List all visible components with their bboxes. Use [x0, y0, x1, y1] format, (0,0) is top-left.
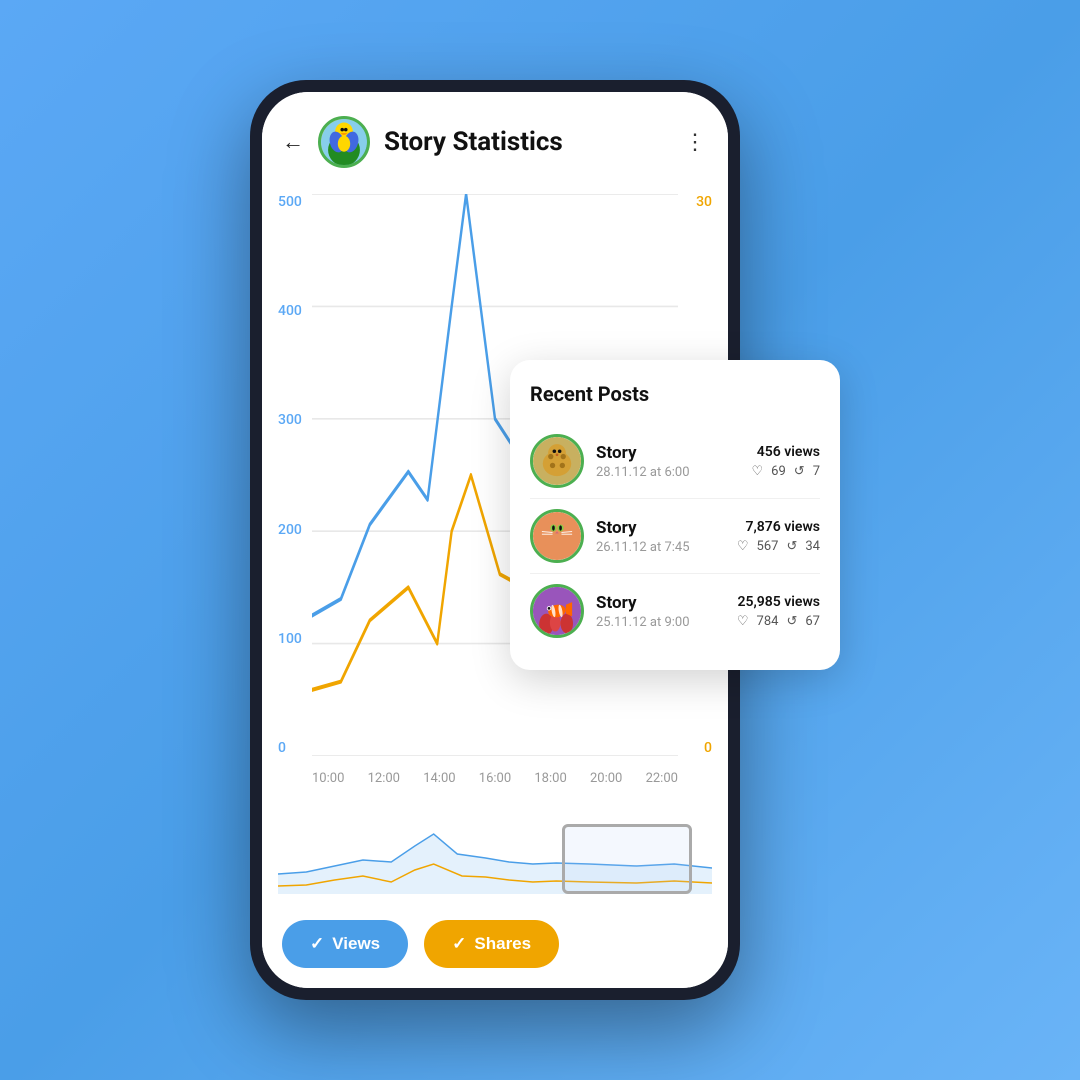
post-likes-shares-1: ♡ 69 ↺ 7: [752, 464, 821, 479]
x-label-1200: 12:00: [368, 771, 400, 786]
post-item-2[interactable]: Story 26.11.12 at 7:45 7,876 views ♡ 567…: [530, 499, 820, 574]
post-likes-shares-2: ♡ 567 ↺ 34: [737, 539, 820, 554]
back-button[interactable]: ←: [282, 129, 304, 155]
y-label-500: 500: [278, 194, 302, 210]
views-check: ✓: [310, 934, 324, 954]
likes-count-1: 69: [771, 464, 786, 479]
shares-count-3: 67: [805, 614, 820, 629]
x-label-1400: 14:00: [423, 771, 455, 786]
x-label-1000: 10:00: [312, 771, 344, 786]
avatar: [318, 116, 370, 168]
shares-label: Shares: [474, 934, 531, 954]
heart-icon-1: ♡: [752, 464, 764, 479]
shares-count-1: 7: [813, 464, 820, 479]
post-item-3[interactable]: Story 25.11.12 at 9:00 25,985 views ♡ 78…: [530, 574, 820, 648]
post-views-3: 25,985 views: [737, 594, 820, 610]
post-stats-1: 456 views ♡ 69 ↺ 7: [752, 444, 821, 479]
post-date-3: 25.11.12 at 9:00: [596, 615, 725, 630]
header: ←: [262, 92, 728, 184]
y-label-200: 200: [278, 522, 302, 538]
post-info-2: Story 26.11.12 at 7:45: [596, 518, 725, 555]
views-label: Views: [332, 934, 380, 954]
post-views-2: 7,876 views: [737, 519, 820, 535]
shares-button[interactable]: ✓ Shares: [424, 920, 559, 968]
likes-count-3: 784: [757, 614, 779, 629]
post-info-1: Story 28.11.12 at 6:00: [596, 443, 740, 480]
shares-count-2: 34: [805, 539, 820, 554]
post-item-1[interactable]: Story 28.11.12 at 6:00 456 views ♡ 69 ↺ …: [530, 424, 820, 499]
post-name-1: Story: [596, 443, 740, 463]
x-label-1800: 18:00: [534, 771, 566, 786]
shares-check: ✓: [452, 934, 466, 954]
post-views-1: 456 views: [752, 444, 821, 460]
x-label-2000: 20:00: [590, 771, 622, 786]
post-likes-shares-3: ♡ 784 ↺ 67: [737, 614, 820, 629]
share-icon-2: ↺: [786, 539, 797, 554]
card-title: Recent Posts: [530, 382, 820, 406]
y-label-300: 300: [278, 412, 302, 428]
y-label-400: 400: [278, 303, 302, 319]
post-name-2: Story: [596, 518, 725, 538]
page-title: Story Statistics: [384, 127, 670, 157]
heart-icon-2: ♡: [737, 539, 749, 554]
post-name-3: Story: [596, 593, 725, 613]
x-label-1600: 16:00: [479, 771, 511, 786]
post-thumb-1: [530, 434, 584, 488]
mini-chart: [278, 824, 712, 894]
mini-selector[interactable]: [562, 824, 692, 894]
y-right-30: 30: [696, 194, 712, 210]
x-label-2200: 22:00: [646, 771, 678, 786]
y-label-0: 0: [278, 740, 302, 756]
post-thumb-2: [530, 509, 584, 563]
y-right-0: 0: [696, 740, 712, 756]
views-button[interactable]: ✓ Views: [282, 920, 408, 968]
y-axis-left: 500 400 300 200 100 0: [278, 194, 302, 756]
post-thumb-3: [530, 584, 584, 638]
heart-icon-3: ♡: [737, 614, 749, 629]
y-label-100: 100: [278, 631, 302, 647]
post-date-2: 26.11.12 at 7:45: [596, 540, 725, 555]
post-stats-2: 7,876 views ♡ 567 ↺ 34: [737, 519, 820, 554]
share-icon-3: ↺: [786, 614, 797, 629]
share-icon-1: ↺: [794, 464, 805, 479]
post-info-3: Story 25.11.12 at 9:00: [596, 593, 725, 630]
bottom-buttons: ✓ Views ✓ Shares: [262, 906, 728, 988]
x-axis: 10:00 12:00 14:00 16:00 18:00 20:00 22:0…: [312, 771, 678, 786]
recent-posts-card: Recent Posts: [510, 360, 840, 670]
more-button[interactable]: ⋮: [684, 130, 708, 155]
likes-count-2: 567: [757, 539, 779, 554]
post-date-1: 28.11.12 at 6:00: [596, 465, 740, 480]
post-stats-3: 25,985 views ♡ 784 ↺ 67: [737, 594, 820, 629]
mini-chart-area: [262, 816, 728, 906]
